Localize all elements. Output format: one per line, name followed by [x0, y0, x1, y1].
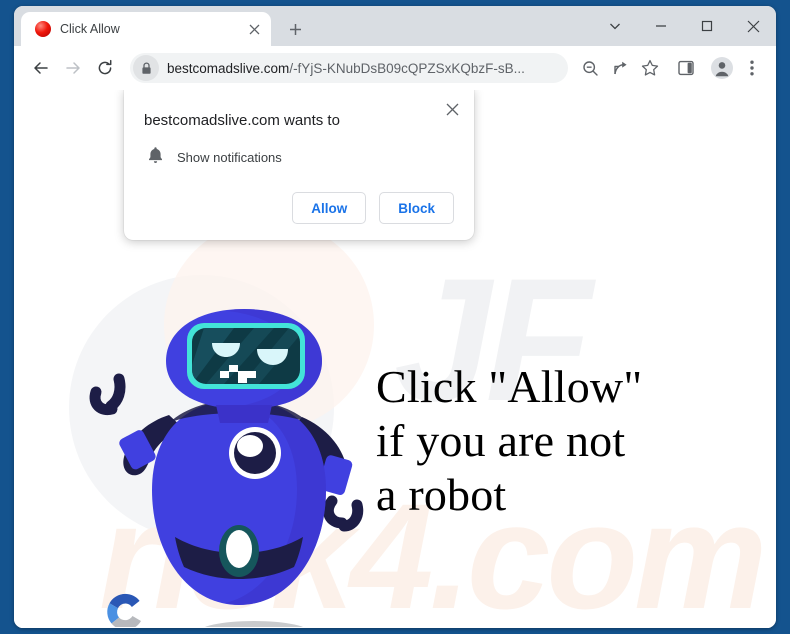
permission-row: Show notifications — [144, 146, 454, 169]
close-icon[interactable] — [245, 20, 263, 38]
minimize-icon[interactable] — [638, 10, 684, 42]
profile-avatar-icon[interactable] — [708, 54, 736, 82]
arrow-right-icon — [58, 53, 88, 83]
tab-strip: Click Allow — [14, 6, 776, 46]
address-bar[interactable]: bestcomadslive.com/-fYjS-KNubDsB09cQPZSx… — [130, 53, 568, 83]
desktop-backdrop: Click Allow bestcomadslive.com/-fYjS-KNu… — [0, 0, 790, 634]
browser-window: Click Allow bestcomadslive.com/-fYjS-KNu… — [14, 6, 776, 628]
ecaptcha-c-icon — [107, 593, 141, 628]
star-icon[interactable] — [636, 54, 664, 82]
ecaptcha-logo: E-CAPTCHA — [90, 590, 160, 628]
sleepy-blue-robot-mascot — [74, 305, 394, 628]
lock-icon[interactable] — [133, 55, 159, 81]
window-controls — [592, 6, 776, 46]
close-icon[interactable] — [730, 10, 776, 42]
page-headline: Click "Allow" if you are not a robot — [376, 361, 643, 520]
arrow-left-icon[interactable] — [26, 53, 56, 83]
reload-icon[interactable] — [90, 53, 120, 83]
zoom-out-icon[interactable] — [576, 54, 604, 82]
close-icon[interactable] — [440, 97, 464, 121]
red-orb-icon — [35, 21, 51, 37]
page-viewport: JF risk4.com Click "Allow" if you are no… — [14, 90, 776, 628]
permission-label: Show notifications — [177, 150, 282, 165]
permission-dialog-actions: Allow Block — [144, 192, 454, 224]
viewport-bottom-edge — [14, 627, 776, 628]
share-icon[interactable] — [606, 54, 634, 82]
url-text: bestcomadslive.com/-fYjS-KNubDsB09cQPZSx… — [159, 61, 564, 76]
bell-icon — [147, 146, 164, 169]
url-host: bestcomadslive.com — [167, 60, 290, 76]
three-dot-menu-icon[interactable] — [738, 54, 766, 82]
new-tab-button[interactable] — [281, 15, 309, 43]
browser-tab[interactable]: Click Allow — [21, 12, 271, 46]
side-panel-icon[interactable] — [672, 54, 700, 82]
chevron-down-icon[interactable] — [592, 10, 638, 42]
permission-dialog-title: bestcomadslive.com wants to — [144, 112, 340, 129]
maximize-icon[interactable] — [684, 10, 730, 42]
allow-button[interactable]: Allow — [292, 192, 367, 224]
block-button[interactable]: Block — [379, 192, 454, 224]
url-path: /-fYjS-KNubDsB09cQPZSxKQbzF-sB... — [289, 60, 525, 76]
notification-permission-dialog: bestcomadslive.com wants to Show notific… — [124, 90, 474, 240]
browser-toolbar: bestcomadslive.com/-fYjS-KNubDsB09cQPZSx… — [14, 46, 776, 90]
tab-title: Click Allow — [60, 22, 120, 36]
